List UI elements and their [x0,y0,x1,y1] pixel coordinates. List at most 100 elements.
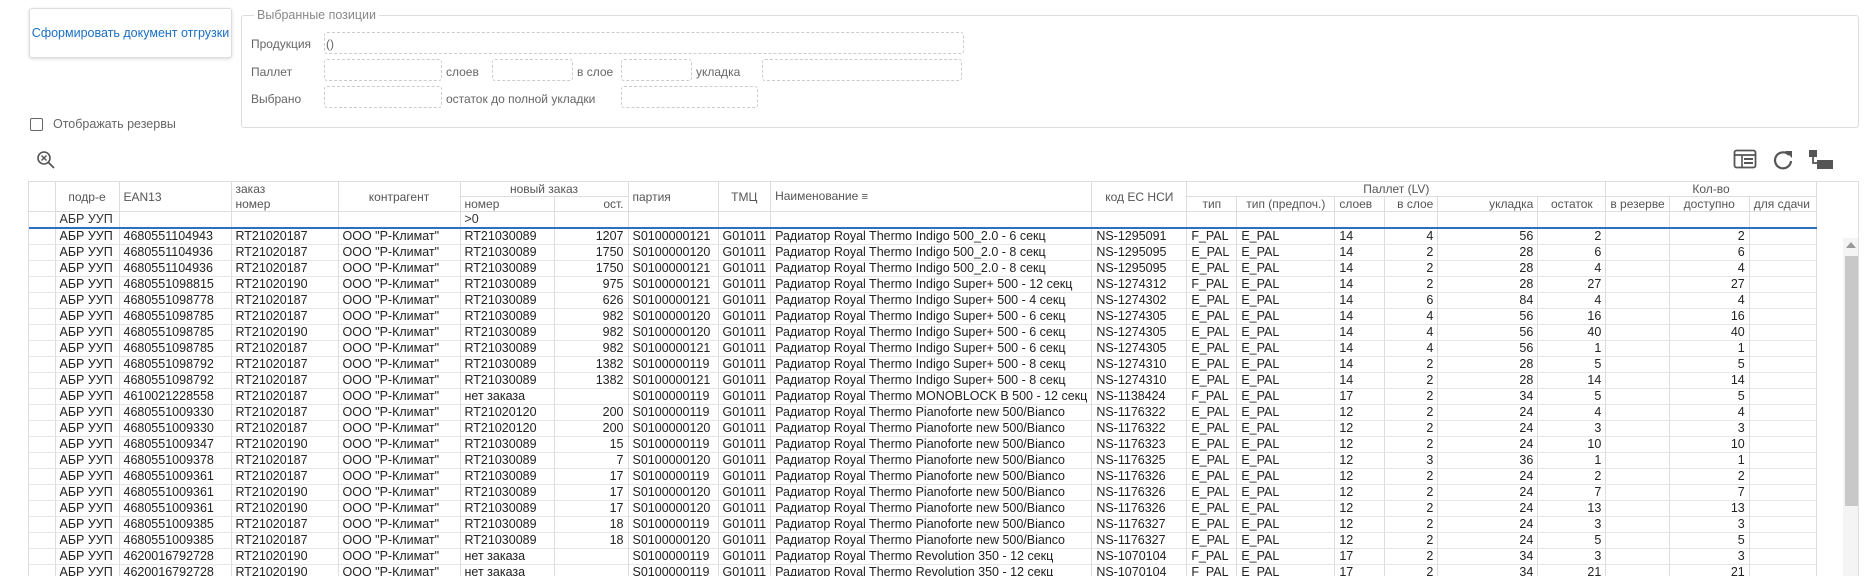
row-selector[interactable] [29,277,55,293]
filter-new-order-input[interactable]: >0 [460,212,554,229]
table-row[interactable]: АБР УУП4680551098778RT21020187ООО "Р-Кли… [29,293,1816,309]
col-layers-header[interactable]: слоев [1335,197,1385,212]
row-selector[interactable] [29,373,55,389]
col-type-pref-header[interactable]: тип (предпоч.) [1237,197,1335,212]
table-row[interactable]: АБР УУП4680551104936RT21020187ООО "Р-Кли… [29,245,1816,261]
table-row[interactable]: АБР УУП4680551009330RT21020187ООО "Р-Кли… [29,421,1816,437]
table-row[interactable]: АБР УУП4620016792728RT21020190ООО "Р-Кли… [29,565,1816,576]
table-row[interactable]: АБР УУП4620016792728RT21020190ООО "Р-Кли… [29,549,1816,565]
form-shipment-document-button[interactable]: Сформировать документ отгрузки [29,8,232,58]
table-row[interactable]: АБР УУП4680551009361RT21020190ООО "Р-Кли… [29,485,1816,501]
table-row[interactable]: АБР УУП4680551098815RT21020190ООО "Р-Кли… [29,277,1816,293]
filter-cell[interactable] [1385,212,1438,229]
table-layout-icon[interactable] [1733,149,1757,172]
row-selector[interactable] [29,341,55,357]
sort-icon[interactable]: ≡ [862,191,868,203]
table-row[interactable]: АБР УУП4680551104936RT21020187ООО "Р-Кли… [29,261,1816,277]
row-selector[interactable] [29,228,55,245]
table-row[interactable]: АБР УУП4610021228558RT21020187ООО "Р-Кли… [29,389,1816,405]
export-icon[interactable] [1808,149,1834,174]
row-selector[interactable] [29,501,55,517]
col-reserve-header[interactable]: в резерве [1606,197,1669,212]
filter-cell[interactable] [718,212,771,229]
table-row[interactable]: АБР УУП4680551009347RT21020190ООО "Р-Кли… [29,437,1816,453]
table-row[interactable]: АБР УУП4680551098785RT21020187ООО "Р-Кли… [29,341,1816,357]
row-selector[interactable] [29,309,55,325]
row-selector[interactable] [29,357,55,373]
table-row[interactable]: АБР УУП4680551098792RT21020187ООО "Р-Кли… [29,373,1816,389]
col-ean-header[interactable]: EAN13 [119,182,231,212]
table-row[interactable]: АБР УУП4680551098792RT21020187ООО "Р-Кли… [29,357,1816,373]
col-tmc-header[interactable]: ТМЦ [718,182,771,212]
filter-cell[interactable] [1187,212,1237,229]
filter-cell[interactable] [1606,212,1669,229]
filter-cell[interactable] [1092,212,1187,229]
show-reserves-checkbox[interactable] [30,118,43,131]
col-nsi-header[interactable]: код ЕС НСИ [1092,182,1187,212]
filter-cell[interactable] [338,212,460,229]
row-selector[interactable] [29,469,55,485]
row-selector[interactable] [29,293,55,309]
row-selector[interactable] [29,549,55,565]
col-available-header[interactable]: доступно [1669,197,1749,212]
row-selector[interactable] [29,405,55,421]
filter-cell[interactable] [1538,212,1606,229]
scroll-up-icon[interactable] [1846,242,1856,248]
col-dept-header[interactable]: подр-е [55,182,119,212]
col-contractor-header[interactable]: контрагент [338,182,460,212]
filter-cell[interactable] [119,212,231,229]
row-selector[interactable] [29,453,55,469]
clear-filter-icon[interactable] [36,150,56,173]
filter-cell[interactable] [1237,212,1335,229]
table-row[interactable]: АБР УУП4680551009378RT21020187ООО "Р-Кли… [29,453,1816,469]
row-selector[interactable] [29,533,55,549]
filter-cell[interactable] [554,212,628,229]
table-row[interactable]: АБР УУП4680551009385RT21020187ООО "Р-Кли… [29,533,1816,549]
col-order-number-header[interactable]: номер [231,197,338,212]
row-selector[interactable] [29,437,55,453]
col-qty-header: Кол-во [1606,182,1816,197]
row-selector[interactable] [29,325,55,341]
col-rest-header[interactable]: остаток [1538,197,1606,212]
filter-row[interactable]: АБР УУП >0 [29,212,1816,229]
filter-cell[interactable] [1749,212,1816,229]
filter-cell[interactable] [628,212,718,229]
table-row[interactable]: АБР УУП4680551098785RT21020190ООО "Р-Кли… [29,325,1816,341]
filter-cell[interactable] [1669,212,1749,229]
col-type-header[interactable]: тип [1187,197,1237,212]
filter-cell[interactable] [1335,212,1385,229]
table-row[interactable]: АБР УУП4680551009330RT21020187ООО "Р-Кли… [29,405,1816,421]
col-stacking-header[interactable]: укладка [1438,197,1538,212]
col-name-header[interactable]: Наименование ≡ [771,182,1092,212]
filter-cell[interactable] [771,212,1092,229]
row-selector[interactable] [29,517,55,533]
col-in-layer-header[interactable]: в слое [1385,197,1438,212]
show-reserves-toggle[interactable]: Отображать резервы [30,117,176,131]
table-row[interactable]: АБР УУП4680551009361RT21020187ООО "Р-Кли… [29,469,1816,485]
filter-cell[interactable] [231,212,338,229]
row-selector[interactable] [29,389,55,405]
filter-cell[interactable] [1438,212,1538,229]
cell-to-ship [1749,325,1816,341]
table-row[interactable]: АБР УУП4680551098785RT21020187ООО "Р-Кли… [29,309,1816,325]
row-selector[interactable] [29,421,55,437]
vertical-scrollbar[interactable] [1843,238,1858,576]
col-new-order-rest-header[interactable]: ост. [554,197,628,212]
cell-contractor: ООО "Р-Климат" [338,501,460,517]
filter-dept-input[interactable]: АБР УУП [55,212,119,229]
table-row[interactable]: АБР УУП4680551009385RT21020187ООО "Р-Кли… [29,517,1816,533]
table-row[interactable]: АБР УУП4680551009361RT21020190ООО "Р-Кли… [29,501,1816,517]
row-selector[interactable] [29,261,55,277]
refresh-icon[interactable] [1772,149,1794,174]
row-selector[interactable] [29,245,55,261]
col-order-header[interactable]: заказ [231,182,338,197]
col-new-order-number-header[interactable]: номер [460,197,554,212]
row-selector[interactable] [29,485,55,501]
table-row[interactable]: АБР УУП4680551104943RT21020187ООО "Р-Кли… [29,228,1816,245]
col-batch-header[interactable]: партия [628,182,718,212]
cell-in-layer: 2 [1385,389,1438,405]
cell-tmc: G01011 [718,533,771,549]
row-selector[interactable] [29,565,55,576]
col-to-ship-header[interactable]: для сдачи [1749,197,1816,212]
scrollbar-thumb[interactable] [1845,256,1859,506]
